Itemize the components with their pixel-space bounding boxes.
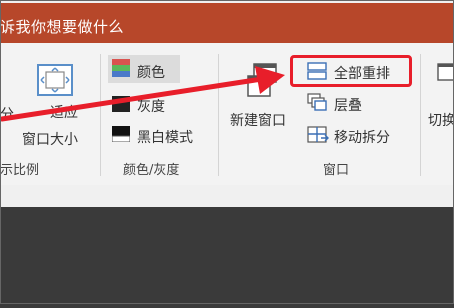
zoom-button-label[interactable]: 分	[0, 104, 14, 124]
fit-to-window-icon[interactable]	[36, 63, 74, 97]
move-split-label[interactable]: 移动拆分	[334, 127, 390, 147]
new-window-label[interactable]: 新建窗口	[230, 110, 286, 130]
switch-window-label[interactable]: 切换	[428, 110, 454, 130]
black-white-label[interactable]: 黑白模式	[137, 127, 193, 147]
color-icon-overlay	[111, 58, 131, 78]
cascade-label[interactable]: 层叠	[334, 95, 362, 115]
group-divider	[218, 54, 219, 176]
color-group-label: 颜色/灰度	[123, 163, 180, 178]
switch-window-icon[interactable]	[434, 62, 454, 98]
zoom-group-label: 示比例	[0, 163, 40, 178]
fit-window-label-2[interactable]: 窗口大小	[22, 129, 78, 149]
arrange-all-highlight	[290, 55, 412, 87]
group-divider	[420, 54, 421, 176]
color-label[interactable]: 颜色	[137, 62, 165, 82]
black-white-icon[interactable]	[111, 126, 131, 143]
new-window-icon[interactable]	[246, 62, 280, 100]
slide-workspace	[0, 207, 454, 304]
title-bar: 诉我你想要做什么	[0, 0, 454, 43]
window-group-label: 窗口	[323, 163, 350, 178]
grayscale-label[interactable]: 灰度	[137, 96, 165, 116]
move-split-icon[interactable]	[307, 126, 329, 144]
grayscale-icon[interactable]	[112, 96, 130, 112]
fit-window-label-1[interactable]: 适应	[50, 102, 78, 122]
group-divider	[100, 54, 101, 176]
cascade-icon[interactable]	[307, 93, 327, 111]
tell-me-search[interactable]: 诉我你想要做什么	[0, 16, 124, 37]
ribbon-bottom-strip	[0, 185, 454, 207]
